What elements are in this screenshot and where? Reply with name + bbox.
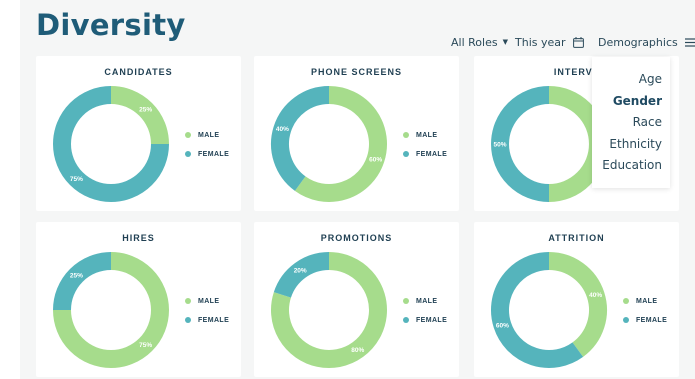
slice-value-label: 75% [139,342,152,349]
male-slice [548,86,607,202]
legend-item-male: MALE [185,296,229,306]
page-title: Diversity [36,8,186,42]
female-slice [273,252,330,299]
calendar-icon [572,36,584,48]
menu-item-age[interactable]: Age [639,72,662,86]
menu-item-ethnicity[interactable]: Ethnicity [609,137,662,151]
chart-legend: MALE FEMALE [403,130,447,168]
female-dot-icon [623,317,629,323]
legend-label: MALE [198,131,220,139]
menu-lines-icon [684,37,695,47]
legend-label: MALE [416,131,438,139]
donut-chart: 40% 60% [491,252,607,368]
period-filter-label: This year [515,35,566,49]
male-dot-icon [403,298,409,304]
menu-item-race[interactable]: Race [633,115,662,129]
chart-title: HIRES [122,233,155,243]
chart-title: PROMOTIONS [320,233,393,243]
slice-value-label: 50% [493,141,506,148]
male-dot-icon [623,298,629,304]
chart-legend: MALE FEMALE [185,130,229,168]
donut-chart: 80% 20% [271,252,387,368]
demographics-menu-button[interactable]: Demographics [598,34,695,50]
promotions-card: PROMOTIONS 80% 20% MALE FEMALE [254,222,459,377]
legend-item-female: FEMALE [623,315,667,325]
slice-value-label: 20% [294,268,307,275]
legend-item-female: FEMALE [185,149,229,159]
chart-legend: MALE FEMALE [403,296,447,334]
slice-value-label: 60% [496,322,509,329]
legend-label: MALE [198,297,220,305]
legend-item-female: FEMALE [185,315,229,325]
female-slice [271,86,330,191]
female-slice [53,252,112,311]
legend-item-male: MALE [403,296,447,306]
male-slice [548,252,607,357]
donut-chart: 5050% [491,86,607,202]
slice-value-label: 40% [276,126,289,133]
male-dot-icon [185,298,191,304]
slice-value-label: 40% [589,292,602,299]
legend-label: FEMALE [198,150,230,158]
slice-value-label: 25% [70,273,83,280]
legend-label: FEMALE [636,316,668,324]
legend-label: MALE [416,297,438,305]
legend-item-female: FEMALE [403,149,447,159]
legend-label: MALE [636,297,658,305]
donut-chart: 60% 40% [271,86,387,202]
slice-value-label: 25% [139,107,152,114]
chart-title: CANDIDATES [104,67,173,77]
chart-legend: MALE FEMALE [623,296,667,334]
legend-item-male: MALE [403,130,447,140]
legend-label: FEMALE [416,316,448,324]
chart-title: PHONE SCREENS [310,67,403,77]
candidates-card: CANDIDATES 25% 75% MALE FEMALE [36,56,241,211]
hires-card: HIRES 75% 25% MALE FEMALE [36,222,241,377]
legend-label: FEMALE [198,316,230,324]
female-slice [491,86,550,202]
roles-filter-dropdown[interactable]: All Roles ▼ [451,34,508,50]
caret-down-icon: ▼ [502,38,508,46]
legend-item-male: MALE [623,296,667,306]
legend-label: FEMALE [416,150,448,158]
phone-screens-card: PHONE SCREENS 60% 40% MALE FEMALE [254,56,459,211]
legend-item-female: FEMALE [403,315,447,325]
female-dot-icon [403,317,409,323]
attrition-card: ATTRITION 40% 60% MALE FEMALE [474,222,679,377]
demographics-dropdown-menu: Age Gender Race Ethnicity Education [592,57,670,188]
female-dot-icon [185,151,191,157]
female-slice [491,252,584,368]
chart-title: ATTRITION [548,233,605,243]
roles-filter-label: All Roles [451,35,498,49]
male-dot-icon [403,132,409,138]
male-slice [110,86,169,145]
donut-chart: 75% 25% [53,252,169,368]
donut-chart: 25% 75% [53,86,169,202]
female-dot-icon [403,151,409,157]
period-filter[interactable]: This year [515,34,584,50]
male-slice [294,86,387,202]
male-dot-icon [185,132,191,138]
slice-value-label: 80% [351,347,364,354]
demographics-label: Demographics [598,35,678,49]
female-dot-icon [185,317,191,323]
legend-item-male: MALE [185,130,229,140]
slice-value-label: 75% [70,176,83,183]
chart-legend: MALE FEMALE [185,296,229,334]
menu-item-education[interactable]: Education [602,158,662,172]
slice-value-label: 60% [369,156,382,163]
menu-item-gender[interactable]: Gender [613,94,662,108]
